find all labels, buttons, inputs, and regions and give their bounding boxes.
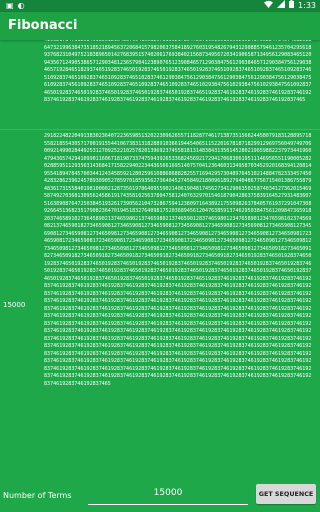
- status-bar-right: 1:33: [264, 0, 316, 12]
- list-item: 4196217847312584968061216483790415582678…: [0, 40, 320, 123]
- list-item: 15000 2918224822049138302364072236598513…: [0, 133, 320, 478]
- status-time: 1:33: [298, 1, 316, 10]
- status-bar: ▣ ◐ 1:33: [0, 0, 320, 12]
- number-of-terms-input[interactable]: [88, 482, 248, 505]
- number-of-terms-label: Number of Terms: [3, 491, 72, 500]
- get-sequence-button[interactable]: GET SEQUENCE: [256, 484, 316, 504]
- term-value: 4196217847312584968061216483790415582678…: [44, 40, 312, 103]
- signal-icon: [277, 0, 286, 12]
- list-divider: [0, 129, 320, 130]
- term-value: 2918224822049138302364072236598513202230…: [44, 133, 312, 387]
- notification-icon: ▣: [6, 1, 14, 10]
- battery-saver-icon: ◐: [17, 1, 25, 10]
- status-bar-left: ▣ ◐: [6, 0, 25, 12]
- app-title: Fibonacci: [8, 18, 78, 33]
- app-screen: ▣ ◐ 1:33 Fibonacci 419621784731258496806…: [0, 0, 320, 512]
- term-index: 15000: [3, 301, 26, 309]
- input-bar: Number of Terms GET SEQUENCE: [0, 478, 320, 512]
- wifi-icon: [264, 0, 274, 12]
- sequence-list[interactable]: 4196217847312584968061216483790415582678…: [0, 40, 320, 478]
- app-bar: Fibonacci: [0, 12, 320, 40]
- battery-icon: [289, 0, 295, 12]
